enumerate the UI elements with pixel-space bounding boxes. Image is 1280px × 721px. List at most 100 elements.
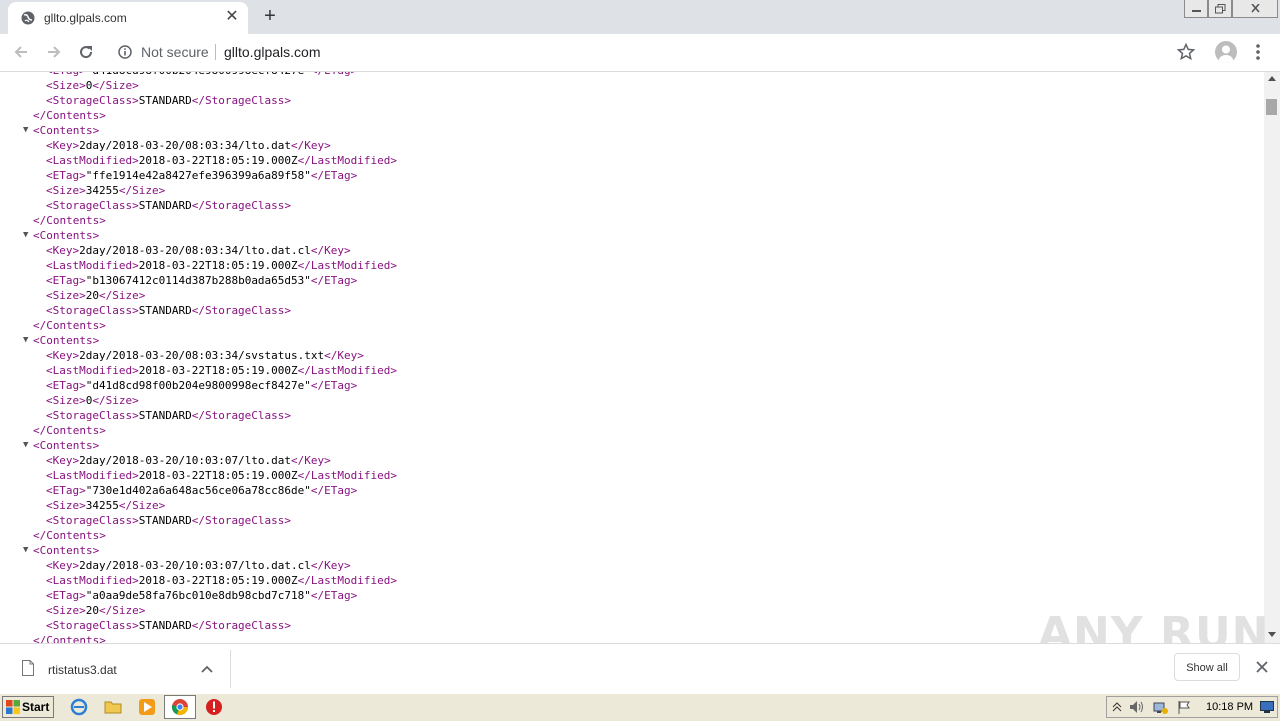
xml-tag: <LastModified> [46, 574, 139, 587]
restore-button[interactable] [1208, 0, 1232, 18]
xml-tag: </ETag> [310, 274, 358, 287]
back-arrow-icon [14, 46, 27, 58]
xml-line: <Key>2day/2018-03-20/08:03:34/lto.dat</K… [0, 138, 397, 153]
xml-line: <LastModified>2018-03-22T18:05:19.000Z</… [0, 573, 397, 588]
info-icon[interactable] [118, 45, 132, 59]
xml-value: 2018-03-22T18:05:19.000Z [138, 259, 298, 272]
bookmark-star-icon[interactable] [1177, 43, 1195, 61]
xml-line: </Contents> [0, 213, 397, 228]
xml-tag: <Contents> [33, 544, 100, 557]
xml-value: "730e1d402a6a648ac56ce06a78cc86de" [85, 484, 311, 497]
xml-line: <StorageClass>STANDARD</StorageClass> [0, 198, 397, 213]
volume-icon[interactable] [1129, 700, 1145, 714]
xml-tag: <Key> [46, 349, 80, 362]
collapse-toggle-icon[interactable]: ▼ [23, 543, 33, 558]
vertical-scrollbar[interactable] [1264, 72, 1280, 643]
xml-line: <ETag>"ffe1914e42a8427efe396399a6a89f58"… [0, 168, 397, 183]
xml-tag: <StorageClass> [46, 304, 139, 317]
scroll-up-arrow-icon[interactable] [1268, 76, 1276, 81]
profile-avatar-icon[interactable] [1215, 41, 1237, 63]
windows-logo-icon [6, 700, 20, 714]
xml-tag: </Size> [99, 289, 146, 302]
start-button[interactable]: Start [2, 696, 54, 718]
kebab-menu-icon[interactable] [1250, 42, 1266, 62]
address-bar[interactable]: gllto.glpals.com [224, 44, 321, 60]
xml-value: 34255 [85, 499, 119, 512]
xml-tag: <Contents> [33, 124, 100, 137]
xml-tag: <ETag> [46, 72, 86, 77]
close-tab-icon[interactable]: ✕ [222, 7, 242, 27]
xml-value: STANDARD [138, 94, 192, 107]
xml-value: 2018-03-22T18:05:19.000Z [138, 469, 298, 482]
xml-tag: <StorageClass> [46, 514, 139, 527]
xml-line: ▼ <Contents> [0, 543, 397, 558]
internet-explorer-icon[interactable] [70, 698, 88, 716]
action-center-flag-icon[interactable] [1177, 700, 1193, 715]
clock: 10:18 PM [1206, 701, 1254, 713]
download-file-name[interactable]: rtistatus3.dat [48, 663, 117, 677]
close-shelf-icon[interactable] [1254, 659, 1270, 675]
xml-tag: <Size> [46, 394, 86, 407]
stop-sign-icon[interactable] [205, 698, 223, 716]
xml-tag: </StorageClass> [191, 619, 292, 632]
xml-line: ▼ <Contents> [0, 228, 397, 243]
xml-tag: <Contents> [33, 439, 100, 452]
xml-value: "ffe1914e42a8427efe396399a6a89f58" [85, 169, 311, 182]
xml-tag: <ETag> [46, 274, 86, 287]
security-status[interactable]: Not secure [141, 44, 209, 60]
browser-tab[interactable]: gllto.glpals.com ✕ [8, 2, 248, 34]
new-tab-button[interactable]: + [258, 5, 282, 29]
xml-tag: <ETag> [46, 484, 86, 497]
media-player-icon[interactable] [138, 698, 156, 716]
xml-line: <Size>34255</Size> [0, 498, 397, 513]
xml-tag: </Contents> [33, 529, 106, 542]
xml-tag: </StorageClass> [191, 409, 292, 422]
show-all-button[interactable]: Show all [1174, 653, 1240, 681]
xml-tag: <StorageClass> [46, 409, 139, 422]
tray-expand-icon[interactable] [1112, 701, 1122, 713]
collapse-toggle-icon[interactable]: ▼ [23, 438, 33, 453]
forward-button[interactable] [42, 40, 66, 64]
xml-value: "a0aa9de58fa76bc010e8db98cbd7c718" [85, 589, 311, 602]
xml-value: "d41d8cd98f00b204e9800998ecf8427e" [86, 72, 311, 77]
xml-line: <Key>2day/2018-03-20/08:03:34/svstatus.t… [0, 348, 397, 363]
collapse-toggle-icon[interactable]: ▼ [23, 123, 33, 138]
xml-viewer: <ETag>"d41d8cd98f00b204e9800998ecf8427e"… [0, 72, 1264, 643]
back-button[interactable] [9, 40, 33, 64]
xml-tag: </Key> [291, 454, 331, 467]
xml-tag: <LastModified> [46, 259, 139, 272]
xml-tag: </ETag> [310, 589, 358, 602]
close-window-button[interactable] [1232, 0, 1278, 18]
xml-line: </Contents> [0, 528, 397, 543]
xml-tag: </ETag> [310, 379, 358, 392]
scrollbar-thumb[interactable] [1266, 99, 1277, 115]
xml-tag: </Contents> [33, 319, 106, 332]
shelf-divider [230, 650, 231, 688]
xml-line: <LastModified>2018-03-22T18:05:19.000Z</… [0, 258, 397, 273]
xml-tag: <ETag> [46, 379, 86, 392]
show-desktop-icon[interactable] [1260, 701, 1274, 713]
xml-line: <ETag>"730e1d402a6a648ac56ce06a78cc86de"… [0, 483, 397, 498]
xml-tag: <Size> [46, 79, 86, 92]
xml-tag: </LastModified> [297, 469, 398, 482]
xml-value: 2018-03-22T18:05:19.000Z [138, 154, 298, 167]
reload-button[interactable] [74, 40, 98, 64]
chrome-taskbar-button[interactable] [164, 695, 196, 719]
xml-line: <Key>2day/2018-03-20/10:03:07/lto.dat</K… [0, 453, 397, 468]
folder-icon[interactable] [104, 698, 122, 716]
xml-tag: </Key> [310, 244, 351, 257]
file-icon [22, 660, 34, 676]
chevron-up-icon[interactable] [200, 663, 214, 677]
xml-tag: </LastModified> [297, 574, 398, 587]
collapse-toggle-icon[interactable]: ▼ [23, 228, 33, 243]
xml-tag: </StorageClass> [191, 94, 292, 107]
xml-line: <LastModified>2018-03-22T18:05:19.000Z</… [0, 363, 397, 378]
chrome-icon [171, 699, 188, 715]
minimize-button[interactable] [1184, 0, 1208, 18]
collapse-toggle-icon[interactable]: ▼ [23, 333, 33, 348]
xml-tag: </Key> [291, 139, 331, 152]
xml-tag: </LastModified> [297, 154, 398, 167]
close-window-icon [1251, 4, 1260, 13]
network-icon[interactable] [1153, 700, 1169, 715]
xml-line: <ETag>"b13067412c0114d387b288b0ada65d53"… [0, 273, 397, 288]
